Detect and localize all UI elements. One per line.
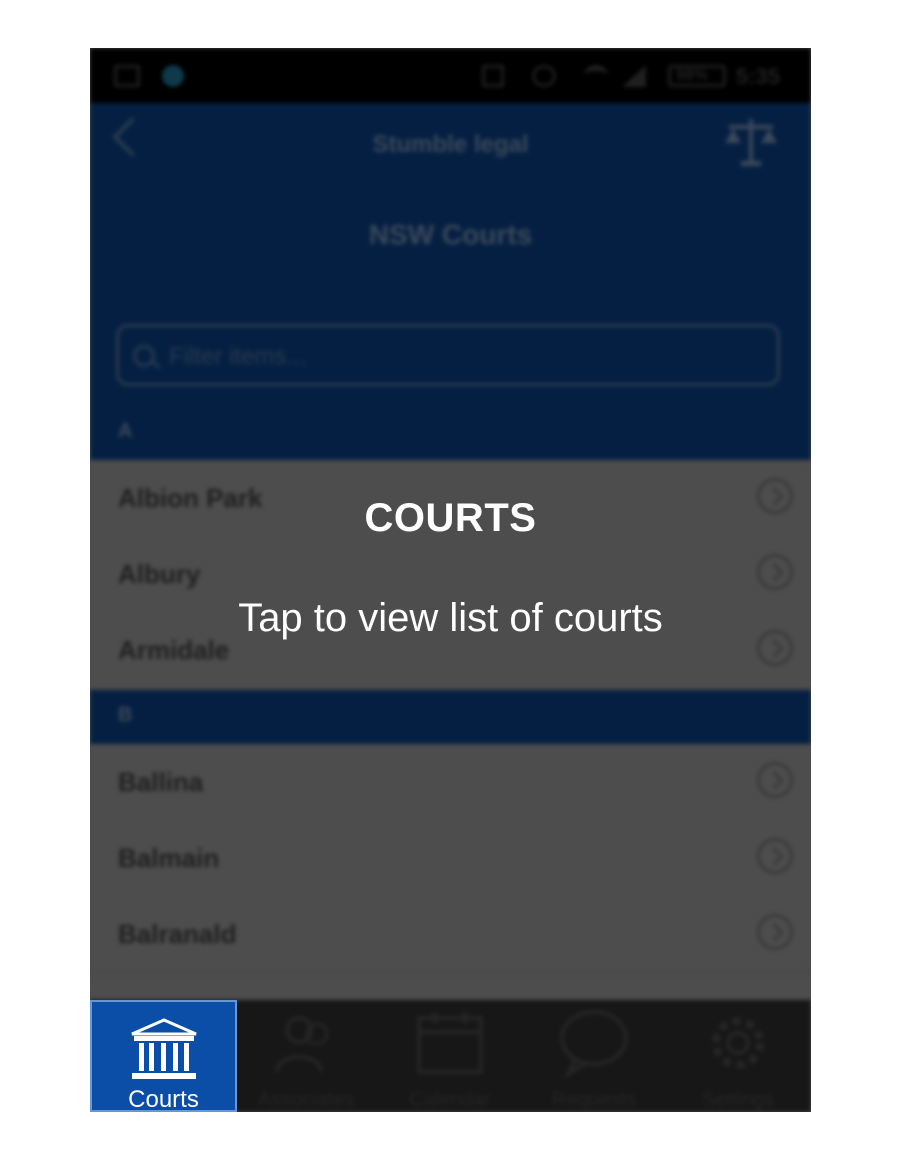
courthouse-icon	[131, 1018, 197, 1079]
coach-mark-overlay[interactable]	[90, 48, 811, 1112]
tab-label: Courts	[128, 1086, 199, 1112]
phone-screen: 98% 5:35 Stumble legal NSW Courts Filter…	[90, 48, 811, 1112]
coach-title: COURTS	[364, 496, 537, 540]
tab-courts[interactable]: Courts	[90, 1000, 237, 1112]
coach-description: Tap to view list of courts	[238, 596, 663, 640]
